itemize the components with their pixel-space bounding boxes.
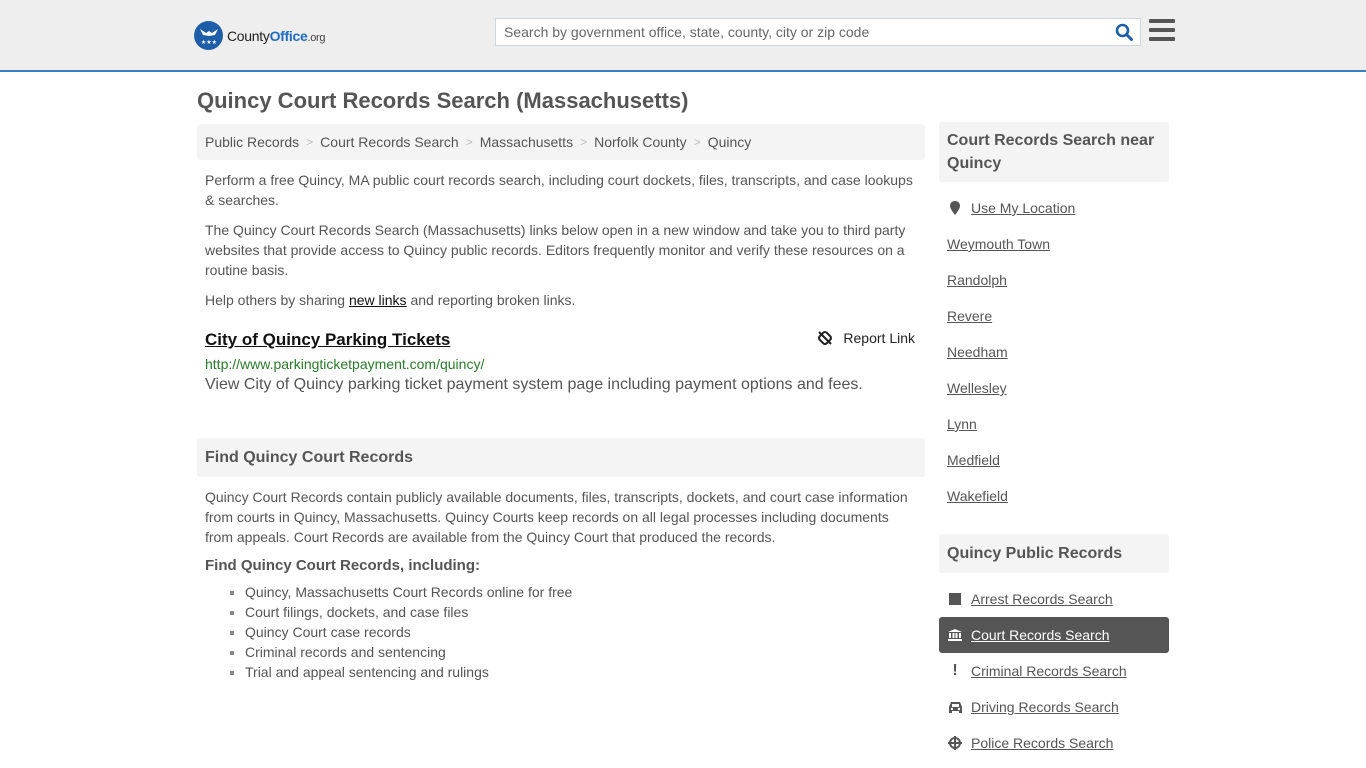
nearby-item-randolph[interactable]: Randolph [939, 262, 1169, 298]
intro-paragraph: Perform a free Quincy, MA public court r… [205, 172, 913, 208]
square-icon [947, 593, 963, 605]
nearby-item-wellesley[interactable]: Wellesley [939, 370, 1169, 406]
record-listing: City of Quincy Parking Tickets Report Li… [197, 330, 925, 394]
breadcrumb-norfolk-county[interactable]: Norfolk County [594, 134, 687, 150]
nearby-item-medfield[interactable]: Medfield [939, 442, 1169, 478]
sidebar-item-arrest-records[interactable]: Arrest Records Search [939, 581, 1169, 617]
site-logo[interactable]: ★★★ CountyOffice.org [194, 21, 326, 50]
nearby-item-weymouth-town[interactable]: Weymouth Town [939, 226, 1169, 262]
crosshair-icon [947, 736, 963, 750]
eagle-logo-icon: ★★★ [194, 21, 223, 50]
search-button[interactable] [1108, 19, 1140, 45]
find-section-heading: Find Quincy Court Records [197, 438, 925, 477]
public-records-list: Arrest Records Search Court Records Sear… [939, 581, 1169, 761]
sidebar: Court Records Search near Quincy Use My … [939, 122, 1169, 761]
nearby-item-needham[interactable]: Needham [939, 334, 1169, 370]
search-bar [495, 18, 1141, 46]
sidebar-item-criminal-records[interactable]: ! Criminal Records Search [939, 653, 1169, 689]
page-title: Quincy Court Records Search (Massachuset… [197, 88, 689, 113]
nearby-item-wakefield[interactable]: Wakefield [939, 478, 1169, 514]
search-icon [1115, 23, 1133, 41]
find-records-list: Quincy, Massachusetts Court Records onli… [197, 582, 925, 682]
disclaimer-paragraph: The Quincy Court Records Search (Massach… [205, 222, 906, 278]
list-item: Criminal records and sentencing [245, 642, 925, 662]
listing-url: http://www.parkingticketpayment.com/quin… [205, 356, 485, 372]
nearby-item-lynn[interactable]: Lynn [939, 406, 1169, 442]
share-paragraph: Help others by sharing new links and rep… [205, 292, 576, 308]
find-section-paragraph: Quincy Court Records contain publicly av… [205, 489, 908, 545]
exclamation-icon: ! [952, 662, 958, 679]
report-link-button[interactable]: Report Link [817, 330, 915, 346]
new-links-link[interactable]: new links [349, 292, 407, 308]
map-marker-icon [947, 201, 963, 215]
hamburger-menu-icon[interactable] [1149, 19, 1175, 41]
public-records-heading: Quincy Public Records [939, 534, 1169, 573]
breadcrumb-quincy[interactable]: Quincy [708, 134, 752, 150]
breadcrumb: Public Records > Court Records Search > Ma… [197, 124, 925, 160]
breadcrumb-court-records-search[interactable]: Court Records Search [320, 134, 459, 150]
list-item: Court filings, dockets, and case files [245, 602, 925, 622]
courthouse-icon [947, 629, 963, 641]
breadcrumb-separator: > [306, 135, 314, 149]
listing-description: View City of Quincy parking ticket payme… [205, 376, 863, 393]
breadcrumb-public-records[interactable]: Public Records [205, 134, 299, 150]
svg-text:★★★: ★★★ [200, 39, 216, 46]
use-my-location-link[interactable]: Use My Location [939, 190, 1169, 226]
sidebar-item-court-records[interactable]: Court Records Search [939, 617, 1169, 653]
nearby-item-revere[interactable]: Revere [939, 298, 1169, 334]
nearby-heading: Court Records Search near Quincy [939, 122, 1169, 182]
list-item: Quincy, Massachusetts Court Records onli… [245, 582, 925, 602]
list-item: Trial and appeal sentencing and rulings [245, 662, 925, 682]
logo-text: CountyOffice.org [227, 27, 326, 44]
breadcrumb-separator: > [580, 135, 588, 149]
find-section-subheading: Find Quincy Court Records, including: [205, 557, 481, 574]
site-header: ★★★ CountyOffice.org [0, 0, 1366, 72]
breadcrumb-separator: > [693, 135, 701, 149]
car-icon [947, 701, 963, 713]
sidebar-item-driving-records[interactable]: Driving Records Search [939, 689, 1169, 725]
main-content: Public Records > Court Records Search > Ma… [197, 124, 925, 682]
listing-title-link[interactable]: City of Quincy Parking Tickets [205, 330, 450, 349]
nearby-list: Use My Location Weymouth Town Randolph R… [939, 190, 1169, 514]
broken-link-icon [818, 331, 833, 345]
breadcrumb-separator: > [465, 135, 473, 149]
breadcrumb-massachusetts[interactable]: Massachusetts [480, 134, 573, 150]
list-item: Quincy Court case records [245, 622, 925, 642]
sidebar-item-police-records[interactable]: Police Records Search [939, 725, 1169, 761]
search-input[interactable] [496, 19, 1108, 45]
